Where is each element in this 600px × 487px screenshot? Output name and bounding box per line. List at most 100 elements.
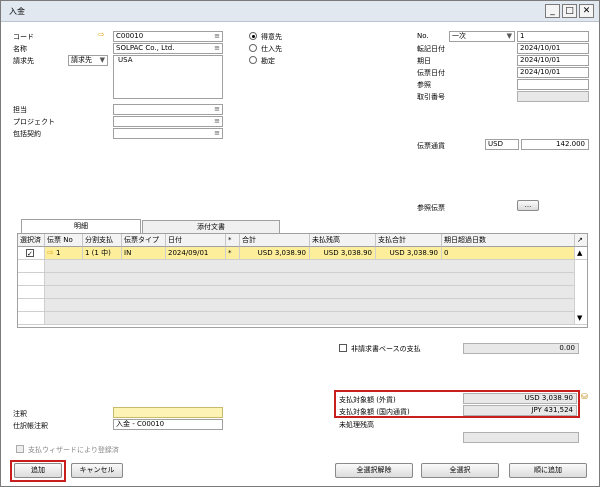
row-select-checkbox[interactable]: [26, 248, 34, 259]
transaction-no-field: [517, 91, 589, 102]
table-row[interactable]: [45, 312, 575, 325]
col-header[interactable]: *: [226, 234, 240, 247]
col-header[interactable]: 選択済: [18, 234, 45, 247]
wizard-label: 支払ウィザードにより登録済: [28, 446, 119, 454]
currency-label: 伝票通貨: [417, 142, 445, 150]
table-row[interactable]: USD 3,038.90: [240, 247, 310, 260]
no-label: No.: [417, 32, 429, 40]
name-field[interactable]: SOLPAC Co., Ltd. ≡: [113, 43, 223, 54]
dropdown-arrow-icon: ▼: [99, 56, 105, 64]
radio-customer[interactable]: [249, 32, 257, 40]
col-header[interactable]: 日付: [166, 234, 226, 247]
table-row[interactable]: [18, 273, 45, 286]
table-row[interactable]: [18, 247, 45, 260]
table-row[interactable]: USD 3,038.90: [310, 247, 376, 260]
table-row[interactable]: [18, 286, 45, 299]
add-in-sequence-button[interactable]: 順に追加: [509, 463, 587, 478]
ref-doc-label: 参照伝票: [417, 204, 445, 212]
ref-doc-button[interactable]: ...: [517, 200, 539, 211]
table-row[interactable]: [18, 299, 45, 312]
journal-remark-field[interactable]: 入金 - C00010: [113, 419, 223, 430]
table-row[interactable]: IN: [122, 247, 166, 260]
scrollbar[interactable]: ▲: [575, 247, 587, 260]
table-row[interactable]: [45, 273, 575, 286]
col-header[interactable]: 合計: [240, 234, 310, 247]
list-icon[interactable]: ≡: [214, 44, 220, 53]
col-header[interactable]: 未払残高: [310, 234, 376, 247]
amount-lc-label: 支払対象額 (国内通貨): [339, 408, 410, 416]
link-arrow-icon[interactable]: ⇨: [47, 248, 54, 257]
name-label: 名称: [13, 45, 27, 53]
transaction-no-label: 取引番号: [417, 93, 445, 101]
col-header[interactable]: 支払合計: [376, 234, 442, 247]
wizard-checkbox: [16, 445, 24, 453]
list-icon: ≡: [214, 117, 220, 125]
currency-code-field[interactable]: USD: [485, 139, 519, 150]
payment-window: 入金 _ □ ✕ コード ⇨ C00010 ≡ 名称 SOLPAC Co., Lt…: [0, 0, 600, 487]
table-row[interactable]: 1 (1 中): [83, 247, 122, 260]
non-invoice-checkbox[interactable]: [339, 344, 347, 352]
posting-date-label: 転記日付: [417, 45, 445, 53]
open-balance-label: 未処理残高: [339, 421, 374, 429]
contact-label: 担当: [13, 106, 27, 114]
radio-vendor[interactable]: [249, 44, 257, 52]
bill-to-address[interactable]: USA: [113, 55, 223, 99]
title-bar: 入金 _ □ ✕: [1, 1, 599, 22]
amount-fc-field: USD 3,038.90: [463, 393, 577, 404]
tab-attachments[interactable]: 添付文書: [142, 220, 280, 233]
code-field[interactable]: C00010 ≡: [113, 31, 223, 42]
contract-field[interactable]: ≡: [113, 128, 223, 139]
table-row[interactable]: [18, 312, 45, 325]
cancel-button[interactable]: キャンセル: [71, 463, 123, 478]
add-button[interactable]: 追加: [14, 463, 62, 478]
radio-account[interactable]: [249, 56, 257, 64]
project-field[interactable]: ≡: [113, 116, 223, 127]
table-row[interactable]: [45, 260, 575, 273]
table-row[interactable]: 2024/09/01: [166, 247, 226, 260]
maximize-icon[interactable]: □: [562, 4, 577, 18]
remarks-field[interactable]: [113, 407, 223, 418]
close-icon[interactable]: ✕: [579, 4, 594, 18]
list-icon[interactable]: ≡: [214, 32, 220, 41]
table-row[interactable]: [45, 299, 575, 312]
table-row[interactable]: [18, 260, 45, 273]
table-row[interactable]: ⇨ 1: [45, 247, 83, 260]
contact-field[interactable]: ≡: [113, 104, 223, 115]
amount-fc-label: 支払対象額 (外貨): [339, 396, 396, 404]
due-date-label: 期日: [417, 57, 431, 65]
select-all-button[interactable]: 全選択: [421, 463, 499, 478]
tab-detail[interactable]: 明細: [21, 219, 141, 233]
radio-vendor-label: 仕入先: [261, 45, 282, 53]
coins-icon[interactable]: ⛁: [581, 392, 588, 401]
dropdown-arrow-icon: ▼: [506, 32, 512, 40]
link-arrow-icon[interactable]: ⇨: [98, 30, 105, 39]
table-row[interactable]: USD 3,038.90: [376, 247, 442, 260]
deselect-all-button[interactable]: 全選択解除: [335, 463, 413, 478]
series-select[interactable]: 一次 ▼: [449, 31, 515, 42]
reference-label: 参照: [417, 81, 431, 89]
non-invoice-amount: 0.00: [463, 343, 579, 354]
table-row[interactable]: *: [226, 247, 240, 260]
minimize-icon[interactable]: _: [545, 4, 560, 18]
col-header[interactable]: 伝票 No: [45, 234, 83, 247]
doc-number-field[interactable]: 1: [517, 31, 589, 42]
reference-field[interactable]: [517, 79, 589, 90]
doc-date-label: 伝票日付: [417, 69, 445, 77]
bill-to-select[interactable]: 請求先 ▼: [68, 55, 108, 66]
col-header[interactable]: 期日超過日数: [442, 234, 575, 247]
expand-icon[interactable]: ↗: [575, 234, 587, 247]
exchange-rate-field[interactable]: 142.000: [521, 139, 589, 150]
window-title: 入金: [9, 7, 25, 16]
col-header[interactable]: 分割支払: [83, 234, 122, 247]
remarks-label: 注釈: [13, 410, 27, 418]
scrollbar[interactable]: ▼: [575, 312, 587, 325]
table-row[interactable]: 0: [442, 247, 575, 260]
col-header[interactable]: 伝票タイプ: [122, 234, 166, 247]
table-row[interactable]: [45, 286, 575, 299]
posting-date-field[interactable]: 2024/10/01: [517, 43, 589, 54]
contract-label: 包括契約: [13, 130, 41, 138]
doc-date-field[interactable]: 2024/10/01: [517, 67, 589, 78]
radio-account-label: 勘定: [261, 57, 275, 65]
due-date-field[interactable]: 2024/10/01: [517, 55, 589, 66]
code-label: コード: [13, 33, 34, 41]
